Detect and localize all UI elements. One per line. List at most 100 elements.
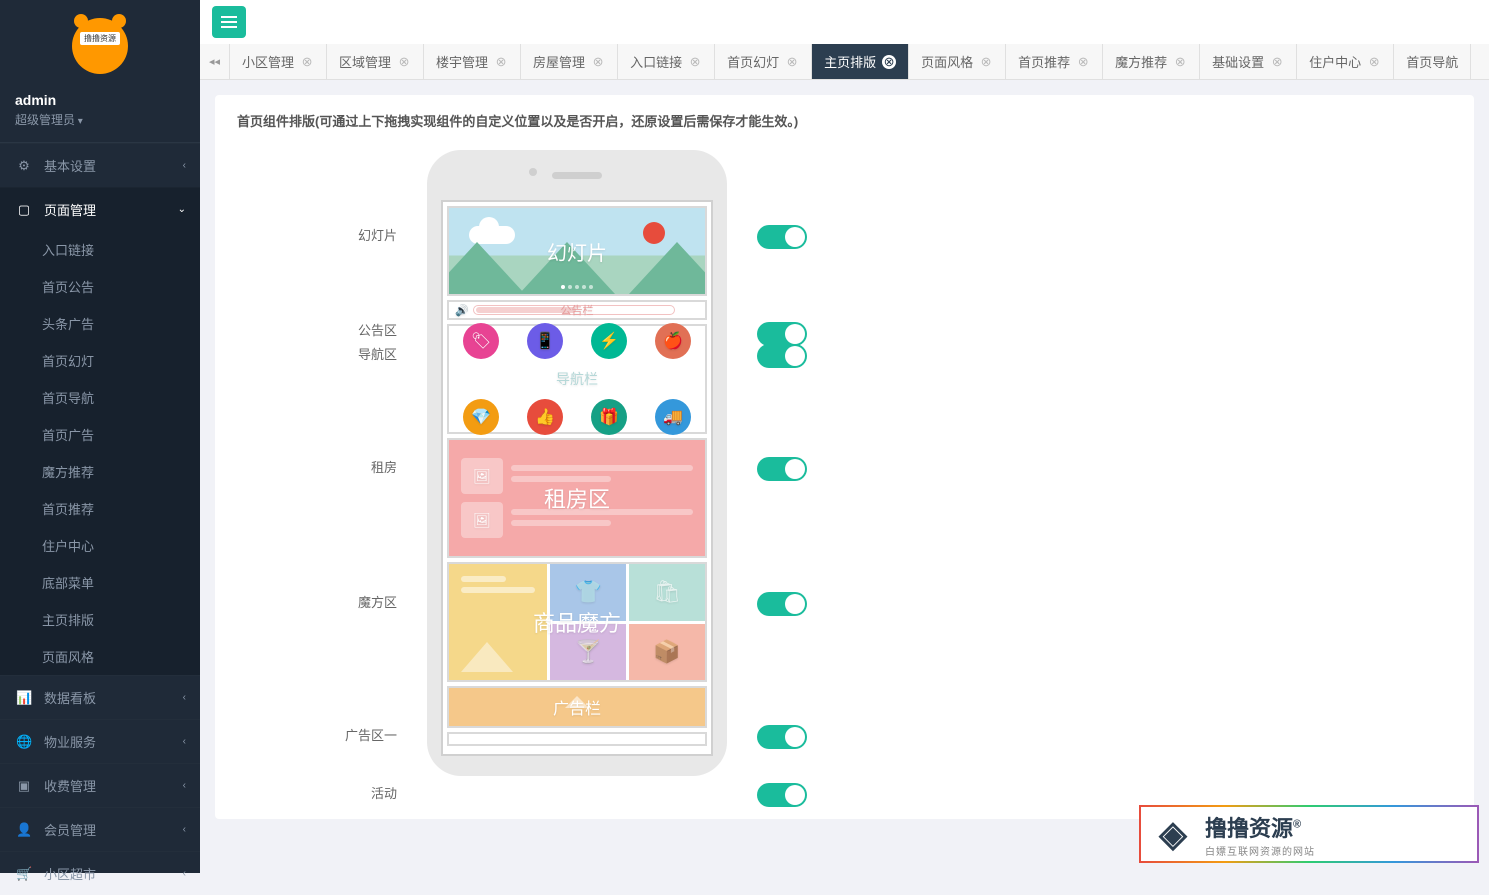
tab-scroll-left[interactable]: ◂◂ [200, 44, 230, 79]
close-icon[interactable]: ⊗ [1076, 55, 1090, 69]
chevron-left-icon: ‹ [183, 160, 186, 171]
component-cube[interactable]: 👕 🛍 🍸 📦 商品魔方 [447, 562, 707, 682]
close-icon[interactable]: ⊗ [979, 55, 993, 69]
tab-home-layout[interactable]: 主页排版⊗ [812, 44, 909, 79]
chevron-left-icon: ‹ [183, 868, 186, 879]
component-notice[interactable]: 🔊 公告栏 [447, 300, 707, 320]
tab-area[interactable]: 区域管理⊗ [327, 44, 424, 79]
chevron-left-icon: ‹ [183, 824, 186, 835]
speaker-icon: 🔊 [455, 304, 469, 317]
tab-home-slider[interactable]: 首页幻灯⊗ [715, 44, 812, 79]
chevron-left-icon: ‹ [183, 780, 186, 791]
component-activity[interactable] [447, 732, 707, 746]
toggle-activity[interactable] [757, 783, 807, 807]
layout-icon: ▢ [16, 202, 32, 218]
nav-gift-icon: 🎁 [591, 399, 627, 435]
sidebar-toggle-button[interactable] [212, 6, 246, 38]
close-icon[interactable]: ⊗ [494, 55, 508, 69]
subnav-home-recommend[interactable]: 首页推荐 [0, 490, 200, 527]
tab-community[interactable]: 小区管理⊗ [230, 44, 327, 79]
close-icon[interactable]: ⊗ [300, 55, 314, 69]
nav-thumb-icon: 👍 [527, 399, 563, 435]
close-icon[interactable]: ⊗ [591, 55, 605, 69]
tab-resident-center[interactable]: 住户中心⊗ [1297, 44, 1394, 79]
subnav-home-layout[interactable]: 主页排版 [0, 601, 200, 638]
subnav-page-style[interactable]: 页面风格 [0, 638, 200, 675]
tab-home-nav[interactable]: 首页导航 [1394, 44, 1471, 79]
label-activity: 活动 [317, 783, 407, 803]
mountain-icon [447, 242, 525, 294]
image-icon: 🖼 [461, 458, 503, 494]
close-icon[interactable]: ⊗ [785, 55, 799, 69]
sidebar: 撸撸资源 admin 超级管理员 ⚙ 基本设置 ‹ ▢ 页面管理 ⌄ 入口链接 … [0, 0, 200, 873]
nav-page-management[interactable]: ▢ 页面管理 ⌄ [0, 187, 200, 231]
cube-cell: 🛍 [629, 564, 705, 621]
close-icon[interactable]: ⊗ [1173, 55, 1187, 69]
component-nav[interactable]: 🏷 📱 ⚡ 🍎 导航栏 💎 👍 🎁 [447, 324, 707, 434]
subnav-cube-recommend[interactable]: 魔方推荐 [0, 453, 200, 490]
labels-column: 幻灯片 公告区 导航区 租房 魔方区 广告区一 活动 [317, 150, 407, 803]
label-rent: 租房 [317, 457, 407, 592]
close-icon[interactable]: ⊗ [688, 55, 702, 69]
toggle-ad[interactable] [757, 725, 807, 749]
nav-property-service[interactable]: 🌐 物业服务 ‹ [0, 719, 200, 763]
user-icon: 👤 [16, 822, 32, 838]
component-title: 广告栏 [553, 695, 601, 719]
toggle-nav[interactable] [757, 344, 807, 368]
nav-fee-management[interactable]: ▣ 收费管理 ‹ [0, 763, 200, 807]
main: ◂◂ 小区管理⊗ 区域管理⊗ 楼宇管理⊗ 房屋管理⊗ 入口链接⊗ 首页幻灯⊗ 主… [200, 0, 1489, 873]
nav-member-management[interactable]: 👤 会员管理 ‹ [0, 807, 200, 851]
close-icon[interactable]: ⊗ [397, 55, 411, 69]
nav-apple-icon: 🍎 [655, 323, 691, 359]
slider-dots [561, 285, 593, 289]
subnav-bottom-menu[interactable]: 底部菜单 [0, 564, 200, 601]
hamburger-icon [221, 21, 237, 23]
phone-column: 幻灯片 🔊 公告栏 🏷 [427, 150, 737, 803]
mountain-icon [461, 642, 513, 672]
toggle-cube[interactable] [757, 592, 807, 616]
subnav-headline-ad[interactable]: 头条广告 [0, 305, 200, 342]
toggle-rent[interactable] [757, 457, 807, 481]
label-notice: 公告区 [317, 320, 407, 344]
close-icon[interactable]: ⊗ [1270, 55, 1284, 69]
layout-editor: 幻灯片 公告区 导航区 租房 魔方区 广告区一 活动 [237, 150, 1452, 803]
nav-community-market[interactable]: 🛒 小区超市 ‹ [0, 851, 200, 895]
tab-cube-recommend[interactable]: 魔方推荐⊗ [1103, 44, 1200, 79]
nav-label: 物业服务 [44, 732, 96, 751]
toggle-notice[interactable] [757, 322, 807, 346]
user-block[interactable]: admin 超级管理员 [0, 92, 200, 142]
nav-label: 页面管理 [44, 200, 96, 219]
tab-entry-link[interactable]: 入口链接⊗ [618, 44, 715, 79]
nav-data-dashboard[interactable]: 📊 数据看板 ‹ [0, 675, 200, 719]
toggle-slider[interactable] [757, 225, 807, 249]
subnav-resident-center[interactable]: 住户中心 [0, 527, 200, 564]
close-icon[interactable]: ⊗ [1367, 55, 1381, 69]
close-icon[interactable]: ⊗ [882, 55, 896, 69]
subnav-home-notice[interactable]: 首页公告 [0, 268, 200, 305]
globe-icon: 🌐 [16, 734, 32, 750]
subnav-home-ad[interactable]: 首页广告 [0, 416, 200, 453]
subnav-home-nav[interactable]: 首页导航 [0, 379, 200, 416]
sun-icon [643, 222, 665, 244]
card-icon: ▣ [16, 778, 32, 794]
tab-bar: ◂◂ 小区管理⊗ 区域管理⊗ 楼宇管理⊗ 房屋管理⊗ 入口链接⊗ 首页幻灯⊗ 主… [200, 44, 1489, 80]
tab-building[interactable]: 楼宇管理⊗ [424, 44, 521, 79]
subnav-home-slider[interactable]: 首页幻灯 [0, 342, 200, 379]
label-ad: 广告区一 [317, 725, 407, 783]
component-rent[interactable]: 🖼 租房区 🖼 [447, 438, 707, 558]
topbar [200, 0, 1489, 44]
subnav-entry-link[interactable]: 入口链接 [0, 231, 200, 268]
tab-home-recommend[interactable]: 首页推荐⊗ [1006, 44, 1103, 79]
tab-page-style[interactable]: 页面风格⊗ [909, 44, 1006, 79]
nav-diamond-icon: 💎 [463, 399, 499, 435]
component-ad[interactable]: 广告栏 [447, 686, 707, 728]
phone-screen: 幻灯片 🔊 公告栏 🏷 [441, 200, 713, 756]
cart-icon: 🛒 [16, 866, 32, 882]
tab-house[interactable]: 房屋管理⊗ [521, 44, 618, 79]
tab-basic-settings[interactable]: 基础设置⊗ [1200, 44, 1297, 79]
nav-label: 小区超市 [44, 864, 96, 883]
nav-basic-settings[interactable]: ⚙ 基本设置 ‹ [0, 143, 200, 187]
nav-phone-icon: 📱 [527, 323, 563, 359]
gear-icon: ⚙ [16, 158, 32, 174]
component-slider[interactable]: 幻灯片 [447, 206, 707, 296]
